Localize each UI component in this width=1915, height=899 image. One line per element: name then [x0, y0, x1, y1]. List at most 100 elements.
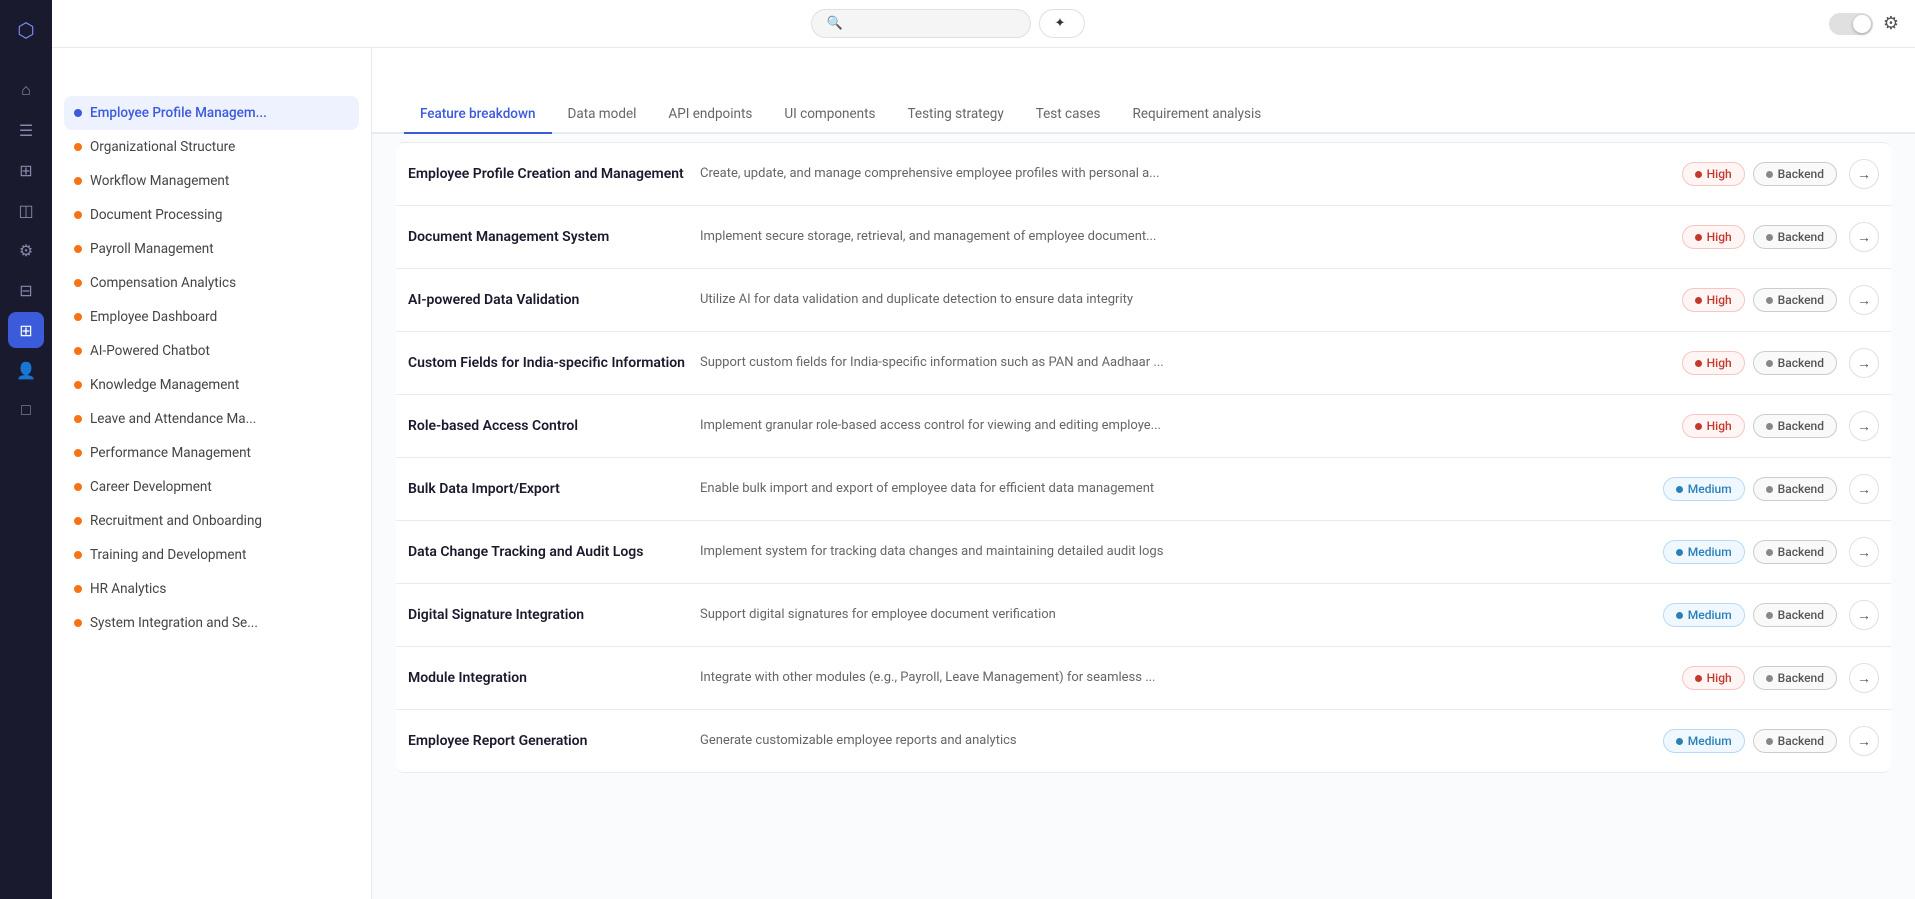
- priority-label: Medium: [1688, 734, 1732, 748]
- tab-api-endpoints[interactable]: API endpoints: [652, 96, 768, 134]
- module-dot: [74, 619, 82, 627]
- nav-grid[interactable]: ⊟: [8, 272, 44, 308]
- sidebar-item-leave-attendance[interactable]: Leave and Attendance Ma...: [64, 402, 359, 436]
- feature-desc: Support custom fields for India-specific…: [700, 354, 1670, 372]
- sidebar-item-employee-profile[interactable]: Employee Profile Managem...: [64, 96, 359, 130]
- module-dot: [74, 551, 82, 559]
- category-badge: Backend: [1753, 666, 1837, 690]
- feature-name: Digital Signature Integration: [408, 607, 688, 623]
- module-label: Document Processing: [90, 207, 222, 223]
- nav-layers[interactable]: ◫: [8, 192, 44, 228]
- module-label: Payroll Management: [90, 241, 214, 257]
- priority-label: High: [1707, 671, 1732, 685]
- feature-desc: Support digital signatures for employee …: [700, 606, 1651, 624]
- category-badge: Backend: [1753, 162, 1837, 186]
- sidebar-item-ai-chatbot[interactable]: AI-Powered Chatbot: [64, 334, 359, 368]
- category-badge: Backend: [1753, 540, 1837, 564]
- nav-home[interactable]: ⌂: [8, 72, 44, 108]
- sidebar-item-org-structure[interactable]: Organizational Structure: [64, 130, 359, 164]
- sidebar-item-career[interactable]: Career Development: [64, 470, 359, 504]
- module-label: Employee Profile Managem...: [90, 105, 267, 121]
- category-badge: Backend: [1753, 225, 1837, 249]
- feature-arrow-button[interactable]: →: [1849, 411, 1879, 441]
- category-dot: [1766, 612, 1773, 619]
- feature-arrow-button[interactable]: →: [1849, 285, 1879, 315]
- feature-name: Module Integration: [408, 670, 688, 686]
- module-dot: [74, 211, 82, 219]
- feature-arrow-button[interactable]: →: [1849, 348, 1879, 378]
- priority-badge: Medium: [1663, 477, 1745, 501]
- feature-name: Custom Fields for India-specific Informa…: [408, 355, 688, 371]
- module-header: [372, 48, 1915, 96]
- feature-arrow-button[interactable]: →: [1849, 663, 1879, 693]
- tab-test-cases[interactable]: Test cases: [1020, 96, 1117, 134]
- feature-desc: Create, update, and manage comprehensive…: [700, 165, 1670, 183]
- category-label: Backend: [1778, 356, 1824, 370]
- category-badge: Backend: [1753, 729, 1837, 753]
- priority-badge: High: [1682, 225, 1745, 249]
- feature-desc: Implement secure storage, retrieval, and…: [700, 228, 1670, 246]
- tab-data-model[interactable]: Data model: [552, 96, 653, 134]
- feature-row: Digital Signature Integration Support di…: [396, 584, 1891, 647]
- nav-table[interactable]: ⊞: [8, 152, 44, 188]
- chat-icon: ✦: [1054, 16, 1065, 31]
- feature-arrow-button[interactable]: →: [1849, 726, 1879, 756]
- sidebar-item-hr-analytics[interactable]: HR Analytics: [64, 572, 359, 606]
- toggle-switch[interactable]: [1829, 13, 1873, 35]
- priority-badge: Medium: [1663, 540, 1745, 564]
- tab-ui-components[interactable]: UI components: [768, 96, 891, 134]
- priority-badge: High: [1682, 288, 1745, 312]
- chat-ai-button[interactable]: ✦: [1039, 9, 1085, 38]
- nav-box[interactable]: □: [8, 392, 44, 428]
- sidebar-item-employee-dashboard[interactable]: Employee Dashboard: [64, 300, 359, 334]
- module-label: Training and Development: [90, 547, 246, 563]
- module-label: Employee Dashboard: [90, 309, 217, 325]
- sidebar-item-workflow[interactable]: Workflow Management: [64, 164, 359, 198]
- category-dot: [1766, 360, 1773, 367]
- tab-requirement-analysis[interactable]: Requirement analysis: [1117, 96, 1278, 134]
- sidebar-item-payroll[interactable]: Payroll Management: [64, 232, 359, 266]
- nav-user[interactable]: 👤: [8, 352, 44, 388]
- priority-badge: Medium: [1663, 603, 1745, 627]
- feature-row: Document Management System Implement sec…: [396, 206, 1891, 269]
- module-dot: [74, 109, 82, 117]
- modules-list: Employee Profile Managem... Organization…: [52, 92, 371, 899]
- nav-logo[interactable]: ⬡: [8, 12, 44, 48]
- feature-desc: Implement granular role-based access con…: [700, 417, 1670, 435]
- feature-row: Employee Report Generation Generate cust…: [396, 710, 1891, 773]
- feature-arrow-button[interactable]: →: [1849, 222, 1879, 252]
- module-dot: [74, 517, 82, 525]
- search-box[interactable]: 🔍: [811, 9, 1031, 38]
- sidebar-item-document-processing[interactable]: Document Processing: [64, 198, 359, 232]
- feature-arrow-button[interactable]: →: [1849, 159, 1879, 189]
- gear-icon[interactable]: ⚙: [1883, 13, 1899, 34]
- category-dot: [1766, 423, 1773, 430]
- category-dot: [1766, 549, 1773, 556]
- nav-settings[interactable]: ⚙: [8, 232, 44, 268]
- feature-arrow-button[interactable]: →: [1849, 600, 1879, 630]
- category-label: Backend: [1778, 482, 1824, 496]
- nav-doc[interactable]: ☰: [8, 112, 44, 148]
- feature-arrow-button[interactable]: →: [1849, 537, 1879, 567]
- right-content: Feature breakdownData modelAPI endpoints…: [372, 48, 1915, 899]
- sidebar-item-recruitment[interactable]: Recruitment and Onboarding: [64, 504, 359, 538]
- module-dot: [74, 449, 82, 457]
- tab-testing-strategy[interactable]: Testing strategy: [892, 96, 1020, 134]
- priority-badge: Medium: [1663, 729, 1745, 753]
- module-label: AI-Powered Chatbot: [90, 343, 210, 359]
- feature-badges: High Backend: [1682, 414, 1837, 438]
- sidebar-item-system-integration[interactable]: System Integration and Se...: [64, 606, 359, 640]
- nav-modules[interactable]: ⊞: [8, 312, 44, 348]
- sidebar-item-performance[interactable]: Performance Management: [64, 436, 359, 470]
- feature-row: Module Integration Integrate with other …: [396, 647, 1891, 710]
- priority-dot: [1695, 423, 1702, 430]
- tab-feature-breakdown[interactable]: Feature breakdown: [404, 96, 552, 134]
- sidebar-item-compensation[interactable]: Compensation Analytics: [64, 266, 359, 300]
- sidebar-item-knowledge[interactable]: Knowledge Management: [64, 368, 359, 402]
- feature-arrow-button[interactable]: →: [1849, 474, 1879, 504]
- feature-badges: High Backend: [1682, 225, 1837, 249]
- topbar-center: 🔍 ✦: [811, 9, 1085, 38]
- category-badge: Backend: [1753, 603, 1837, 627]
- sidebar-item-training[interactable]: Training and Development: [64, 538, 359, 572]
- priority-badge: High: [1682, 351, 1745, 375]
